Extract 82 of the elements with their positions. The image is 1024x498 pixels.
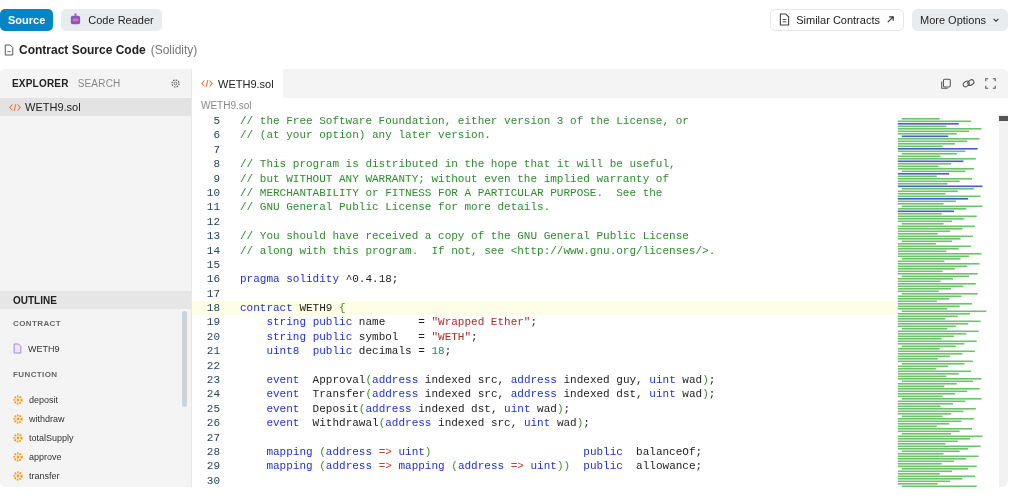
line-number: 12: [205, 214, 220, 230]
line-number: 26: [205, 416, 220, 431]
view-tab[interactable]: Code Reader: [61, 8, 162, 31]
outline-item[interactable]: transfer: [13, 466, 169, 485]
code-line: // along with this program. If not, see <http://www.gnu.org/licenses/>.: [240, 243, 716, 258]
sidebar-tab[interactable]: EXPLORER: [12, 78, 69, 89]
file-item[interactable]: WETH9.sol: [0, 98, 191, 116]
line-number: 5: [212, 114, 220, 129]
link-icon[interactable]: [962, 77, 975, 90]
code-line: contract WETH9 {: [240, 301, 346, 316]
line-number: 22: [205, 358, 220, 374]
scrollbar-thumb[interactable]: [999, 116, 1008, 121]
settings-icon[interactable]: [170, 78, 181, 89]
outline-group-title: CONTRACT: [13, 319, 63, 330]
document-icon: [779, 13, 791, 26]
line-number: 17: [205, 286, 220, 302]
toolbar-button[interactable]: More Options: [911, 8, 1008, 31]
code-line: pragma solidity ^0.4.18;: [240, 272, 399, 287]
line-number: 10: [205, 185, 220, 201]
outline-item[interactable]: approve: [13, 447, 169, 466]
line-number: 15: [205, 257, 220, 273]
line-number: 6: [212, 128, 220, 143]
code-line: // MERCHANTABILITY or FITNESS FOR A PARTICULAR PURPOSE. See the: [240, 185, 663, 201]
line-number: 25: [205, 401, 220, 417]
code-line: // (at your option) any later version.: [240, 128, 491, 143]
line-number: 27: [205, 430, 220, 445]
line-number: 23: [205, 373, 220, 388]
line-number: 14: [205, 243, 220, 258]
code-line: // but WITHOUT ANY WARRANTY; without even the implied warranty of: [240, 171, 670, 186]
line-number: 13: [205, 229, 220, 244]
toolbar-button[interactable]: Similar Contracts: [770, 8, 904, 31]
language-label: (Solidity): [150, 43, 198, 57]
document-icon: [13, 343, 22, 354]
code-file-icon: [9, 102, 21, 112]
line-number: 11: [205, 200, 220, 215]
code-line: event Withdrawal(address indexed src, uint wad);: [265, 416, 590, 431]
outline-header: OUTLINE: [0, 291, 191, 309]
code-line: event Transfer(address indexed src, address indexed dst, uint wad);: [265, 387, 716, 402]
external-link-icon: [885, 15, 895, 24]
code-line: string public name = "Wrapped Ether";: [265, 315, 538, 330]
breadcrumb: WETH9.sol: [200, 99, 253, 113]
line-number: 21: [205, 344, 220, 359]
line-number: 7: [212, 142, 220, 158]
line-number: 9: [212, 171, 220, 186]
gear-icon: [13, 470, 23, 481]
document-icon: [4, 44, 14, 56]
code-line: // the Free Software Foundation, either version 3 of the License, or: [240, 114, 689, 129]
fullscreen-icon[interactable]: [985, 78, 996, 89]
code-line: mapping (address => uint) public balanceOf;: [265, 445, 703, 460]
gear-icon: [13, 451, 23, 462]
line-number: 30: [205, 473, 220, 487]
line-number: 18: [205, 301, 220, 316]
line-number: 19: [205, 315, 220, 330]
copy-icon[interactable]: [940, 77, 952, 90]
robot-icon: [69, 13, 83, 26]
gear-icon: [13, 413, 23, 424]
editor-tab[interactable]: WETH9.sol: [192, 69, 283, 98]
line-number: 16: [205, 272, 220, 287]
view-tab[interactable]: Source: [0, 8, 54, 31]
code-line: event Deposit(address indexed dst, uint wad);: [265, 401, 571, 417]
code-line: // This program is distributed in the hope that it will be useful,: [240, 157, 676, 172]
line-number: 24: [205, 387, 220, 402]
section-title: Contract Source Code: [19, 43, 146, 57]
line-number: 28: [205, 445, 220, 460]
outline-item[interactable]: deposit: [13, 390, 169, 409]
outline-item[interactable]: WETH9: [13, 339, 169, 358]
scrollbar-thumb[interactable]: [182, 311, 187, 407]
code-line: event Approval(address indexed src, address indexed guy, uint wad);: [265, 373, 716, 388]
line-number: 20: [205, 329, 220, 345]
code-line: mapping (address => mapping (address => uint)) public allowance;: [265, 459, 703, 474]
line-number: 29: [205, 459, 220, 474]
code-file-icon: [201, 79, 213, 88]
code-line: uint8 public decimals = 18;: [265, 344, 452, 359]
outline-item[interactable]: totalSupply: [13, 428, 169, 447]
gear-icon: [13, 394, 23, 405]
outline-group-title: FUNCTION: [13, 370, 59, 381]
line-number: 8: [212, 157, 220, 172]
code-line: string public symbol = "WETH";: [265, 329, 478, 345]
code-line: // You should have received a copy of the GNU General Public License: [240, 229, 689, 244]
code-line: // GNU General Public License for more details.: [240, 200, 551, 215]
outline-item[interactable]: withdraw: [13, 409, 169, 428]
gear-icon: [13, 432, 23, 443]
